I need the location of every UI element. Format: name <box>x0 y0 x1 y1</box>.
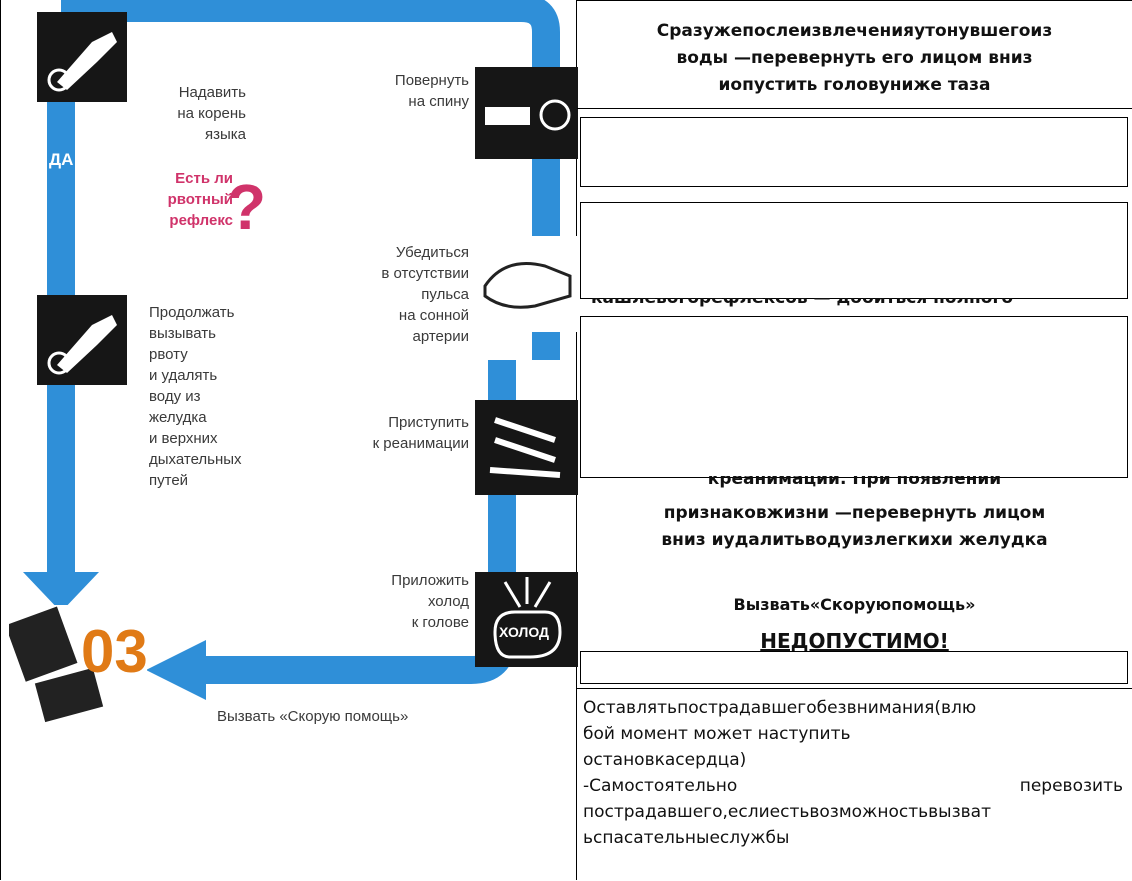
yes-label: ДА <box>49 150 74 169</box>
phone-03-icon: 03 <box>5 605 148 725</box>
forbidden-para-1: Оставлятьпострадавшегобезвнимания(влю бой… <box>583 698 977 770</box>
redaction-box-2 <box>580 202 1128 299</box>
hand-vomit-icon <box>37 295 127 385</box>
question-text: Есть ли рвотный рефлекс <box>167 170 233 229</box>
turn-back-text: Повернуть на спину <box>394 72 469 110</box>
redaction-box-3 <box>580 316 1128 478</box>
no-label: НЕТ <box>147 26 191 51</box>
turn-back-icon <box>475 67 578 159</box>
call-ambulance-text: Вызвать «Скорую помощь» <box>217 708 409 725</box>
instructions-panel: Сразужепослеизвлеченияутонувшегоиз воды —… <box>577 0 1132 881</box>
divider <box>577 108 1132 109</box>
press-tongue-text: Надавить на корень языка <box>177 84 246 143</box>
peek-text-2: кашлевогорефлексов — добиться полного <box>591 298 1014 308</box>
intro-text: Сразужепослеизвлеченияутонувшегоиз воды —… <box>656 21 1053 95</box>
divider <box>577 688 1132 689</box>
continue-vomit-text: Продолжать вызывать рвоту и удалять воду из ж… <box>149 304 242 489</box>
redaction-box-4 <box>580 651 1128 684</box>
forbidden-para-2: -Самостоятельно перевозить пострадавшего,… <box>583 776 1123 848</box>
check-pulse-text: Убедиться в отсутствии пульса на сонной арте… <box>381 244 469 345</box>
after-cpr-text: креанимации. При появлении признаковжизн… <box>661 476 1048 550</box>
flowchart-panel: НЕТ ДА Надавить на корень языка Есть ли рво… <box>0 0 578 880</box>
cold-icon: ХОЛОД <box>475 572 578 667</box>
apply-cold-text: Приложить холод к голове <box>391 572 469 631</box>
start-cpr-text: Приступить к реанимации <box>372 414 469 452</box>
phone-number: 03 <box>81 618 148 685</box>
cold-sign: ХОЛОД <box>499 624 550 640</box>
cpr-icon <box>475 400 578 495</box>
call-ambulance-instruction: Вызвать«Скоруюпомощь» <box>733 595 976 614</box>
pulse-check-icon <box>475 236 578 332</box>
hand-press-icon <box>37 12 127 102</box>
redaction-box-1 <box>580 117 1128 187</box>
question-mark: ? <box>227 171 267 243</box>
